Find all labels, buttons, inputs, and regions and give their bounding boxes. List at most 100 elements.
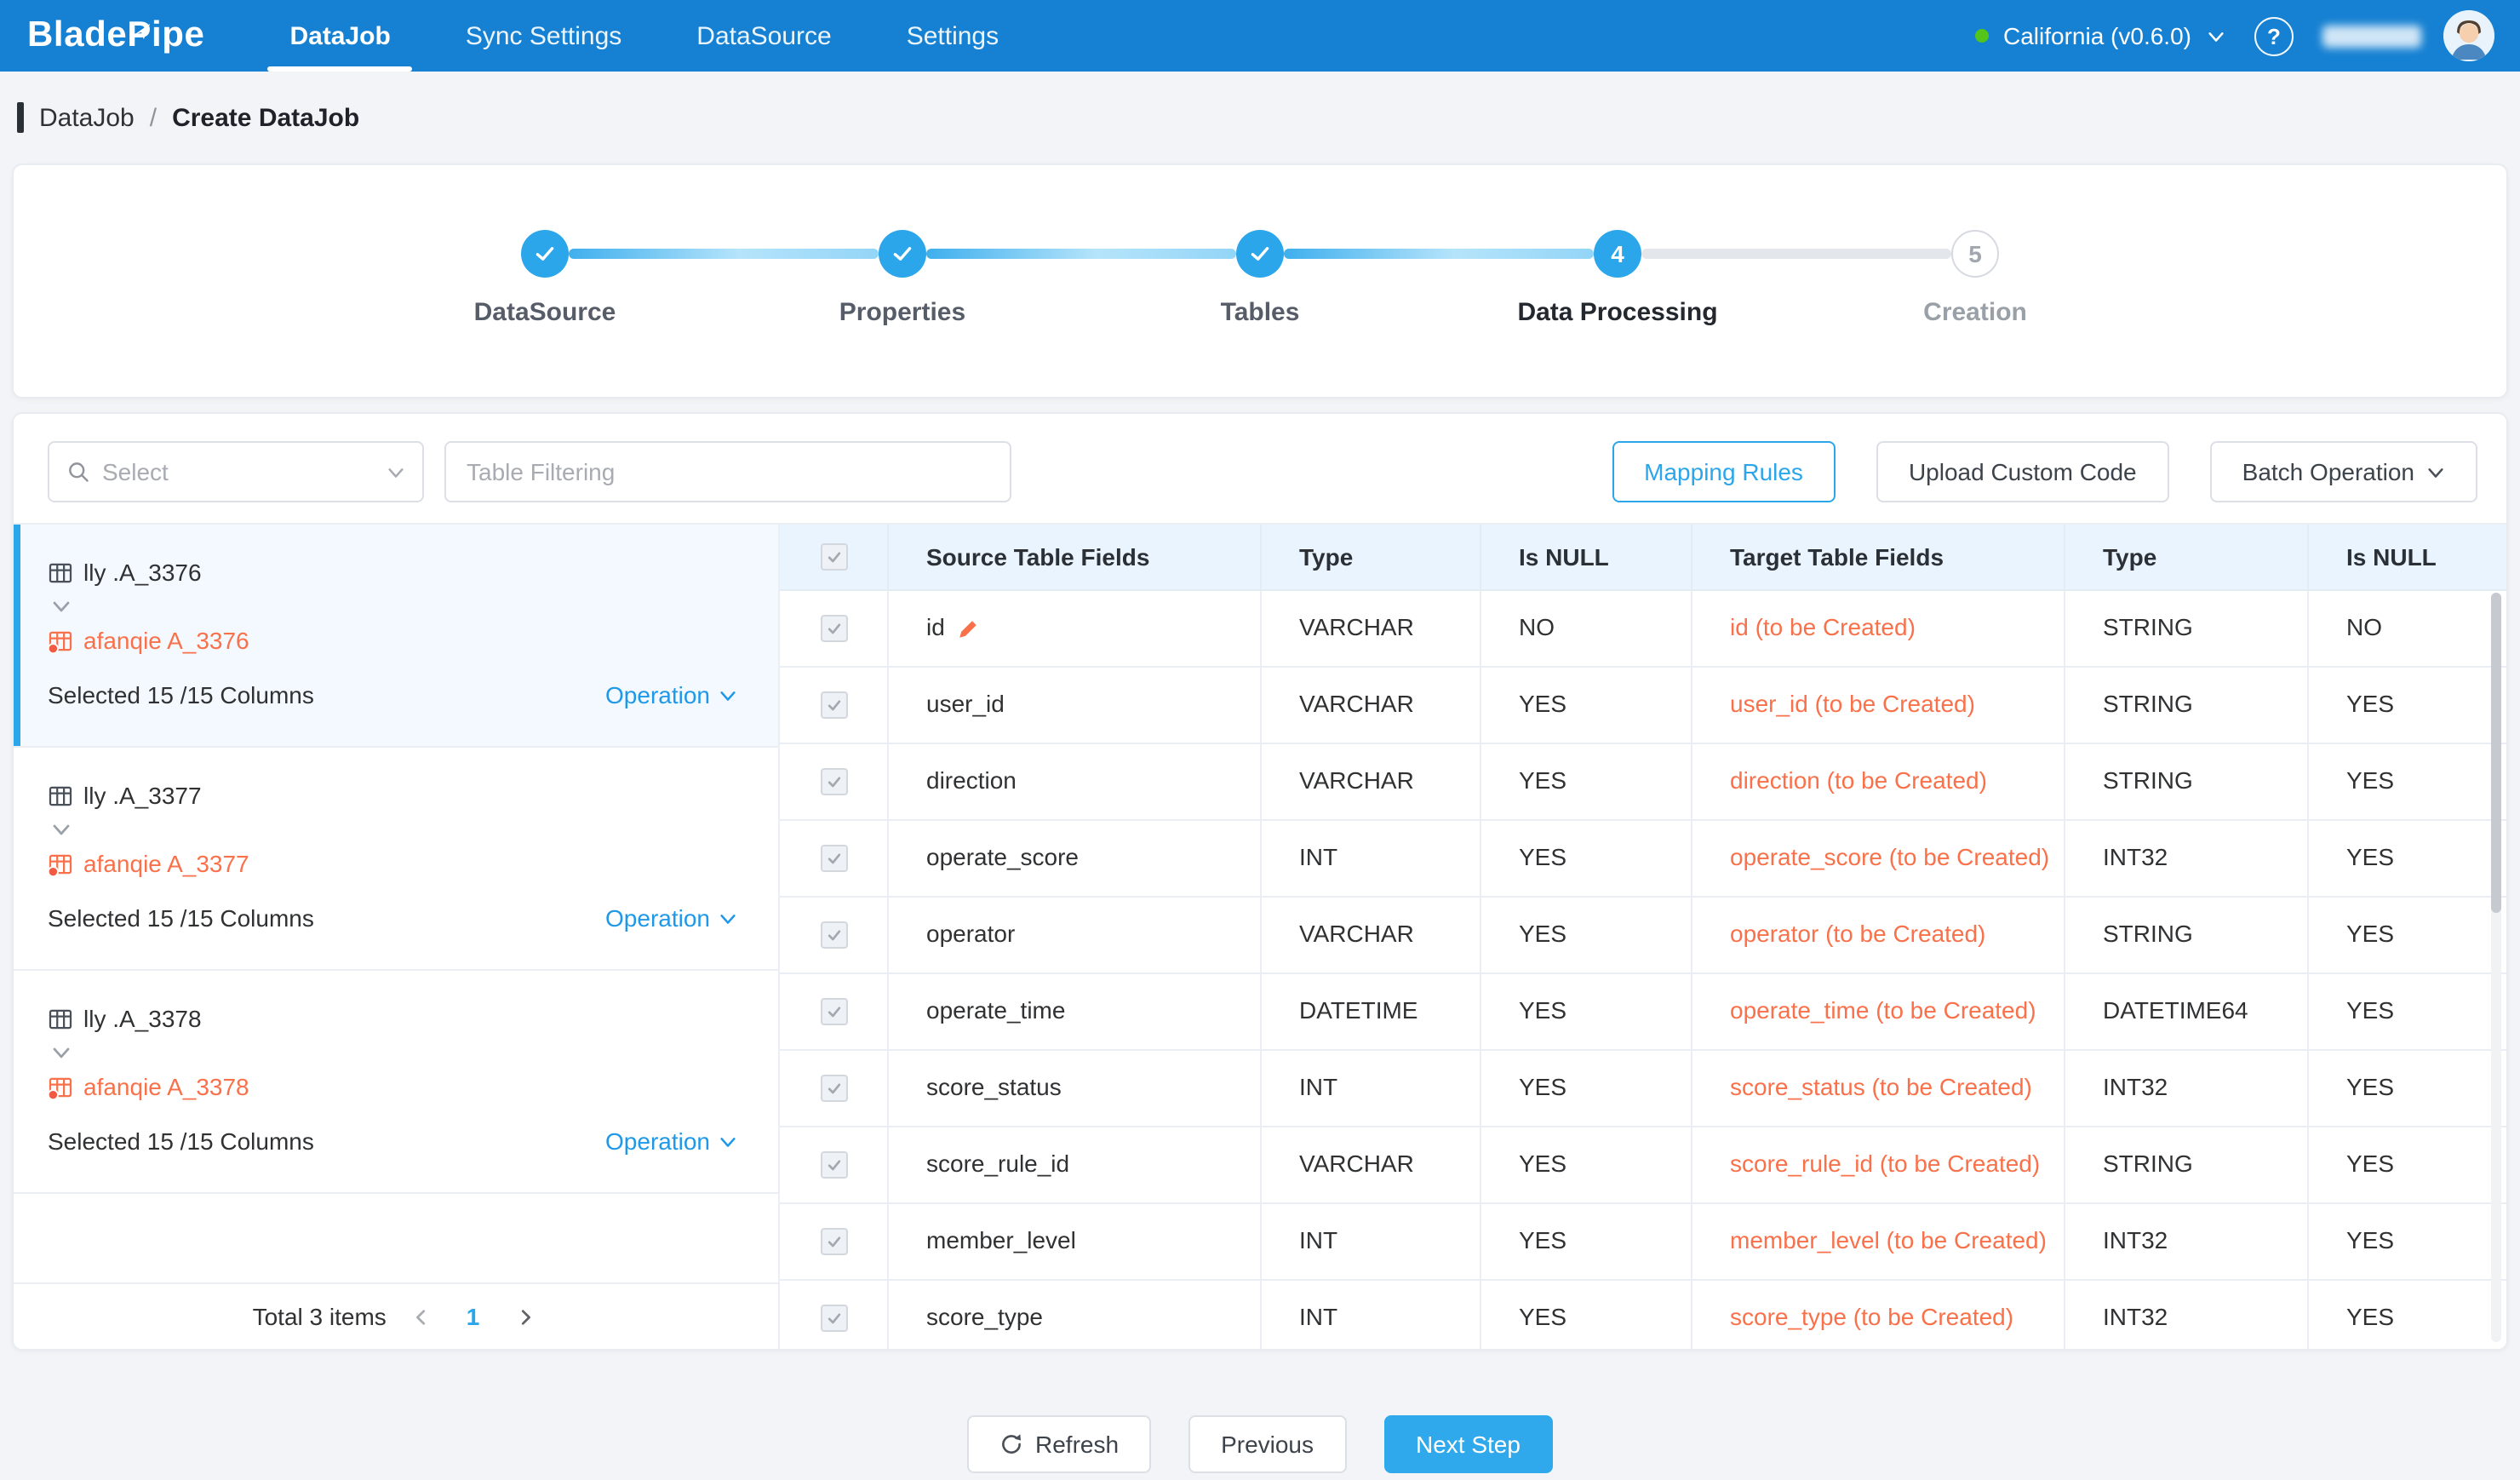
target-field-type: STRING [2103, 1150, 2193, 1180]
source-field-name: operator [926, 921, 1015, 950]
row-checkbox[interactable] [820, 615, 847, 642]
source-field-type: VARCHAR [1299, 691, 1414, 720]
target-table-name: afanqie A_3377 [83, 850, 249, 877]
table-row: score_status INT YES score_status (to be… [780, 1051, 2506, 1127]
row-checkbox[interactable] [820, 1305, 847, 1332]
source-field-type: INT [1299, 844, 1337, 874]
step-progress-bar [569, 249, 879, 259]
source-field-name: operate_score [926, 844, 1079, 874]
target-field-nullable: YES [2346, 1150, 2394, 1180]
region-selector[interactable]: California (v0.6.0) [2003, 22, 2191, 49]
source-field-nullable: YES [1519, 1150, 1566, 1180]
step-progress-bar [1641, 249, 1951, 259]
row-checkbox[interactable] [820, 1228, 847, 1255]
row-checkbox[interactable] [820, 921, 847, 949]
target-field-type: DATETIME64 [2103, 997, 2248, 1027]
source-table-name: lly .A_3376 [83, 559, 202, 586]
page-number[interactable]: 1 [456, 1303, 490, 1330]
operation-dropdown[interactable]: Operation [605, 681, 737, 708]
row-checkbox[interactable] [820, 1151, 847, 1179]
target-table-name: afanqie A_3378 [83, 1073, 249, 1100]
source-field-nullable: YES [1519, 1304, 1566, 1334]
edit-pencil-icon[interactable] [957, 617, 979, 640]
target-field-nullable: NO [2346, 614, 2382, 644]
refresh-button[interactable]: Refresh [967, 1415, 1151, 1473]
target-field-nullable: YES [2346, 767, 2394, 797]
brand-logo[interactable]: BladePipe [27, 15, 204, 56]
breadcrumb-parent[interactable]: DataJob [39, 103, 135, 132]
user-avatar[interactable] [2443, 10, 2494, 61]
table-filter-input[interactable] [444, 441, 1011, 502]
main-card: Select Mapping Rules Upload Custom Code … [12, 412, 2508, 1351]
row-checkbox[interactable] [820, 768, 847, 795]
chevron-down-icon[interactable] [51, 1039, 737, 1066]
select-dropdown[interactable]: Select [48, 441, 424, 502]
target-field-nullable: YES [2346, 691, 2394, 720]
nav-item-datasource[interactable]: DataSource [674, 0, 853, 72]
select-all-checkbox[interactable] [820, 543, 847, 571]
operation-dropdown[interactable]: Operation [605, 904, 737, 932]
source-field-name: score_type [926, 1304, 1043, 1334]
next-page-button[interactable] [510, 1307, 539, 1326]
mapping-rules-button[interactable]: Mapping Rules [1612, 441, 1836, 502]
prev-page-button[interactable] [407, 1307, 436, 1326]
target-field-type: INT32 [2103, 1074, 2168, 1104]
row-checkbox[interactable] [820, 845, 847, 872]
chevron-down-icon[interactable] [51, 816, 737, 843]
next-step-button[interactable]: Next Step [1383, 1415, 1553, 1473]
target-field-nullable: YES [2346, 1227, 2394, 1257]
nav-item-settings[interactable]: Settings [885, 0, 1021, 72]
source-field-type: INT [1299, 1227, 1337, 1257]
scrollbar-track[interactable] [2491, 593, 2501, 1342]
row-checkbox[interactable] [820, 1075, 847, 1102]
table-pair-list: lly .A_3376 afanqie A_3376 Selected 15 /… [14, 525, 780, 1349]
breadcrumb: DataJob / Create DataJob [0, 72, 2520, 163]
source-field-name: direction [926, 767, 1017, 797]
batch-operation-button[interactable]: Batch Operation [2210, 441, 2477, 502]
main-nav: DataJob Sync Settings DataSource Setting… [252, 0, 1036, 72]
username-redacted [2322, 25, 2421, 47]
chevron-down-icon[interactable] [51, 593, 737, 620]
step-circle-properties [879, 230, 926, 278]
table-row: member_level INT YES member_level (to be… [780, 1204, 2506, 1281]
target-field-name: direction (to be Created) [1730, 767, 1987, 797]
previous-button[interactable]: Previous [1188, 1415, 1346, 1473]
selected-columns-text: Selected 15 /15 Columns [48, 681, 314, 708]
status-dot-icon [1974, 29, 1988, 43]
source-table-icon [48, 1006, 73, 1031]
col-header-target-is-null: Is NULL [2309, 525, 2506, 589]
scrollbar-thumb[interactable] [2491, 593, 2501, 913]
nav-item-datajob[interactable]: DataJob [267, 0, 412, 72]
chevron-down-icon[interactable] [2207, 26, 2225, 45]
step-circle-datasource [521, 230, 569, 278]
target-field-nullable: YES [2346, 844, 2394, 874]
col-header-type: Type [1262, 525, 1481, 589]
content-area: lly .A_3376 afanqie A_3376 Selected 15 /… [14, 523, 2506, 1349]
upload-custom-code-button[interactable]: Upload Custom Code [1876, 441, 2169, 502]
source-field-type: VARCHAR [1299, 1150, 1414, 1180]
table-pair-item[interactable]: lly .A_3376 afanqie A_3376 Selected 15 /… [14, 525, 778, 748]
stepper-card: 4 5 DataSource Properties Tables Data Pr… [12, 163, 2508, 399]
breadcrumb-bar [17, 102, 24, 133]
source-field-name: id [926, 614, 945, 644]
target-field-type: STRING [2103, 921, 2193, 950]
source-field-nullable: YES [1519, 921, 1566, 950]
target-field-name: operator (to be Created) [1730, 921, 1985, 950]
step-label-properties: Properties [732, 298, 1073, 327]
total-items-text: Total 3 items [253, 1303, 387, 1330]
operation-dropdown[interactable]: Operation [605, 1127, 737, 1155]
row-checkbox[interactable] [820, 998, 847, 1025]
target-field-name: operate_score (to be Created) [1730, 844, 2049, 874]
col-header-target-fields: Target Table Fields [1692, 525, 2065, 589]
step-label-creation: Creation [1805, 298, 2145, 327]
help-icon[interactable]: ? [2254, 16, 2294, 55]
row-checkbox[interactable] [820, 691, 847, 719]
navbar-right: California (v0.6.0) ? [1974, 10, 2494, 61]
target-table-icon [48, 628, 73, 653]
source-field-name: member_level [926, 1227, 1076, 1257]
brand-text: BladePipe [27, 15, 204, 54]
table-pair-item[interactable]: lly .A_3377 afanqie A_3377 Selected 15 /… [14, 748, 778, 971]
table-pair-item[interactable]: lly .A_3378 afanqie A_3378 Selected 15 /… [14, 971, 778, 1194]
page-title: Create DataJob [172, 103, 359, 132]
nav-item-sync-settings[interactable]: Sync Settings [444, 0, 644, 72]
